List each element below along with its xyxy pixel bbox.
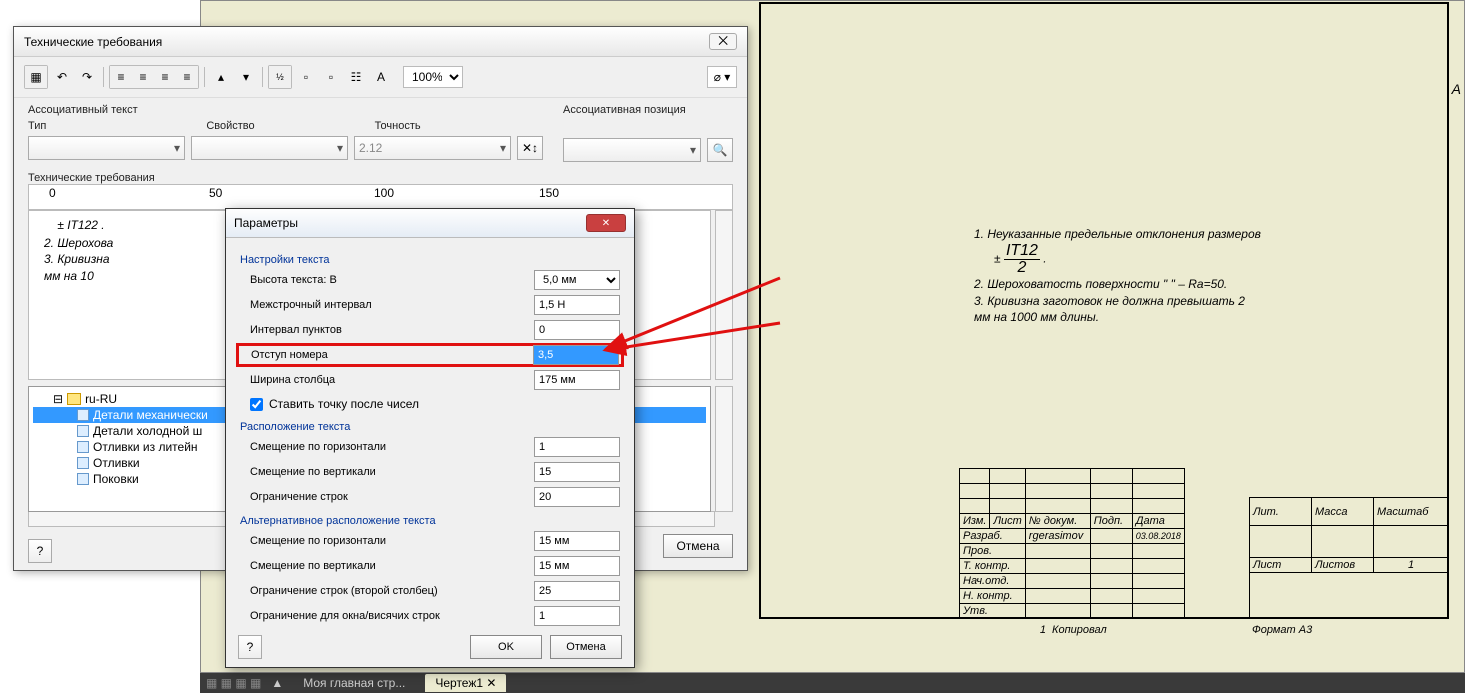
position-combo[interactable] — [563, 138, 701, 162]
params-title: Параметры — [234, 216, 298, 230]
alt-h-offset-label: Смещение по горизонтали — [240, 535, 534, 547]
symbol-icon[interactable]: A — [370, 66, 392, 88]
swap-button[interactable]: ✕↕ — [517, 136, 543, 160]
editor-scrollbar[interactable] — [715, 210, 733, 380]
type-combo[interactable] — [28, 136, 185, 160]
format-indicator: A — [1452, 81, 1461, 97]
group-text-settings: Настройки текста — [240, 254, 620, 266]
close-button[interactable]: ⨉ — [709, 33, 737, 50]
title-block-right: Лит.МассаМасштаб ЛистЛистов1 — [1249, 497, 1449, 619]
align-center-icon[interactable]: ≡ — [132, 66, 154, 88]
requirements-text: 1. Неуказанные предельные отклонения раз… — [974, 226, 1465, 326]
params-help-button[interactable]: ? — [238, 635, 262, 659]
align-left-icon[interactable]: ≡ — [110, 66, 132, 88]
alt-row-limit-label: Ограничение строк (второй столбец) — [240, 585, 534, 597]
alt-h-offset-input[interactable] — [534, 531, 620, 551]
line-spacing-input[interactable] — [534, 295, 620, 315]
dialog-titlebar[interactable]: Технические требования ⨉ — [14, 27, 747, 57]
fraction-icon[interactable]: ½ — [269, 66, 291, 88]
precision-label: Точность — [375, 120, 421, 132]
property-label: Свойство — [206, 120, 254, 132]
dot-after-checkbox[interactable] — [250, 398, 263, 411]
number-indent-row: Отступ номера — [236, 343, 624, 367]
parameters-dialog: Параметры ✕ Настройки текста Высота текс… — [225, 208, 635, 668]
req-line-3: 3. Кривизна заготовок не должна превышат… — [974, 293, 1465, 310]
doc-icon — [77, 441, 89, 453]
zoom-select[interactable]: 100% — [403, 66, 463, 88]
dropdown2-icon[interactable]: ▾ — [235, 66, 257, 88]
title-block-left: Изм.Лист№ докум.Подп.Дата Разраб.rgerasi… — [959, 468, 1185, 619]
alt-v-offset-input[interactable] — [534, 556, 620, 576]
v-offset-label: Смещение по вертикали — [240, 466, 534, 478]
tab-home[interactable]: Моя главная стр... — [293, 674, 415, 692]
close-icon[interactable]: ✕ — [586, 214, 626, 232]
doc-icon — [77, 425, 89, 437]
tab-drawing[interactable]: Чертеж1 ✕ — [425, 674, 506, 692]
item-spacing-label: Интервал пунктов — [240, 324, 534, 336]
redo-icon[interactable]: ↷ — [76, 66, 98, 88]
taskbar: ▦ ▦ ▦ ▦ ▲ Моя главная стр... Чертеж1 ✕ — [200, 673, 1465, 693]
align-justify-icon[interactable]: ≡ — [176, 66, 198, 88]
doc-icon — [77, 473, 89, 485]
params-titlebar[interactable]: Параметры ✕ — [226, 209, 634, 238]
property-combo[interactable] — [191, 136, 348, 160]
alt-row-limit-input[interactable] — [534, 581, 620, 601]
col-width-label: Ширина столбца — [240, 374, 534, 386]
cancel-button[interactable]: Отмена — [663, 534, 733, 558]
orphan-label: Ограничение для окна/висячих строк — [240, 610, 534, 622]
subscript-icon[interactable]: ▫ — [320, 66, 342, 88]
title-block-bottom: 1КопировалФормат A3 — [959, 622, 1399, 637]
assoc-pos-label: Ассоциативная позиция — [563, 104, 733, 116]
text-height-label: Высота текста: B — [240, 274, 534, 286]
tree-scrollbar[interactable] — [715, 386, 733, 512]
number-indent-input[interactable] — [533, 345, 619, 365]
orphan-input[interactable] — [534, 606, 620, 626]
ok-button[interactable]: OK — [470, 635, 542, 659]
type-label: Тип — [28, 120, 46, 132]
doc-icon — [77, 457, 89, 469]
row-limit-input[interactable] — [534, 487, 620, 507]
group-text-layout: Расположение текста — [240, 421, 620, 433]
insert-icon[interactable]: ▦ — [25, 66, 47, 88]
diameter-button[interactable]: ⌀ ▾ — [707, 66, 737, 88]
list-icon[interactable]: ☷ — [345, 66, 367, 88]
undo-icon[interactable]: ↶ — [51, 66, 73, 88]
precision-combo[interactable]: 2.12 — [354, 136, 511, 160]
doc-icon — [77, 409, 89, 421]
req-line-3b: мм на 1000 мм длины. — [974, 309, 1465, 326]
group-alt-layout: Альтернативное расположение текста — [240, 515, 620, 527]
dropdown-icon[interactable]: ▴ — [210, 66, 232, 88]
title-block: Изм.Лист№ докум.Подп.Дата Разраб.rgerasi… — [959, 399, 1449, 619]
search-button[interactable]: 🔍 — [707, 138, 733, 162]
dot-after-label: Ставить точку после чисел — [269, 397, 419, 411]
req-line-1: 1. Неуказанные предельные отклонения раз… — [974, 226, 1465, 243]
col-width-input[interactable] — [534, 370, 620, 390]
toolbar: ▦ ↶ ↷ ≡ ≡ ≡ ≡ ▴ ▾ ½ ▫ ▫ ☷ A 100% ⌀ ▾ — [14, 57, 747, 98]
h-offset-input[interactable] — [534, 437, 620, 457]
superscript-icon[interactable]: ▫ — [295, 66, 317, 88]
v-offset-input[interactable] — [534, 462, 620, 482]
req-section-label: Технические требования — [28, 172, 733, 184]
params-cancel-button[interactable]: Отмена — [550, 635, 622, 659]
alt-v-offset-label: Смещение по вертикали — [240, 560, 534, 572]
assoc-text-label: Ассоциативный текст — [28, 104, 543, 116]
line-spacing-label: Межстрочный интервал — [240, 299, 534, 311]
dialog-title: Технические требования — [24, 35, 162, 49]
item-spacing-input[interactable] — [534, 320, 620, 340]
text-height-combo[interactable]: 5,0 мм — [534, 270, 620, 290]
help-button[interactable]: ? — [28, 539, 52, 563]
ruler[interactable]: 0 50 100 150 — [28, 184, 733, 210]
req-line-1b: ± IT122 . — [974, 243, 1465, 276]
row-limit-label: Ограничение строк — [240, 491, 534, 503]
align-right-icon[interactable]: ≡ — [154, 66, 176, 88]
associative-section: Ассоциативный текст Тип Свойство Точност… — [14, 98, 747, 168]
number-indent-label: Отступ номера — [241, 349, 533, 361]
folder-icon — [67, 393, 81, 405]
h-offset-label: Смещение по горизонтали — [240, 441, 534, 453]
req-line-2: 2. Шероховатость поверхности " " – Ra=50… — [974, 276, 1465, 293]
